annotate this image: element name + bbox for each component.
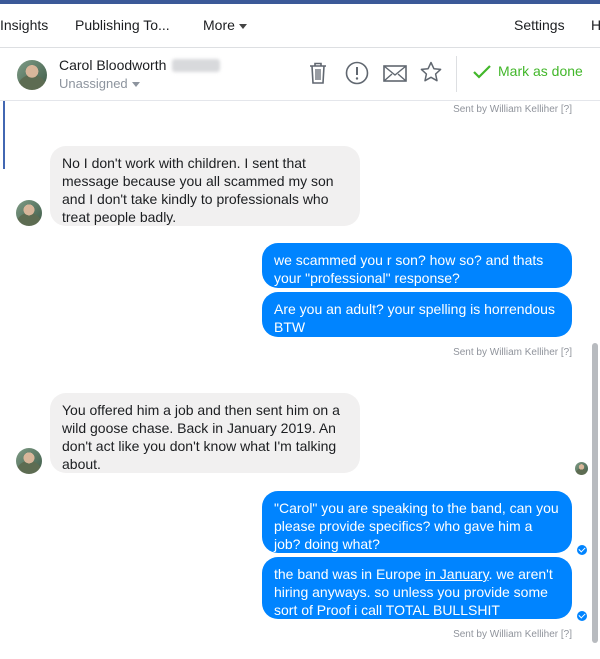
- assignment-dropdown[interactable]: Unassigned: [59, 76, 140, 91]
- outgoing-message: the band was in Europe in January. we ar…: [262, 557, 572, 619]
- mark-as-done-label: Mark as done: [498, 63, 583, 79]
- contact-avatar[interactable]: [16, 200, 42, 226]
- thread-scrollbar[interactable]: [592, 343, 598, 643]
- top-nav-bar: Insights Publishing To... More Settings …: [0, 0, 600, 48]
- contact-name[interactable]: Carol Bloodworth: [59, 57, 166, 73]
- contact-avatar[interactable]: [16, 448, 42, 474]
- mail-icon[interactable]: [382, 60, 408, 86]
- star-icon[interactable]: [419, 60, 445, 86]
- trash-icon[interactable]: [306, 60, 332, 86]
- nav-publishing-tools[interactable]: Publishing To...: [75, 17, 170, 33]
- nav-help[interactable]: H: [591, 17, 600, 33]
- incoming-message: No I don't work with children. I sent th…: [50, 146, 360, 226]
- incoming-message: You offered him a job and then sent him …: [50, 393, 360, 473]
- assignment-label: Unassigned: [59, 76, 128, 91]
- nav-more-label: More: [203, 17, 235, 33]
- redacted-surname: [172, 59, 220, 72]
- contact-avatar[interactable]: [17, 60, 47, 90]
- nav-insights[interactable]: Insights: [0, 17, 48, 33]
- sent-by-label: Sent by William Kelliher [?]: [453, 347, 572, 358]
- chevron-down-icon: [238, 23, 247, 29]
- delivered-check-icon: [577, 611, 587, 621]
- sent-by-label: Sent by William Kelliher [?]: [453, 629, 572, 640]
- header-divider: [456, 56, 457, 92]
- outgoing-message: Are you an adult? your spelling is horre…: [262, 292, 572, 337]
- sent-by-label: Sent by William Kelliher [?]: [453, 104, 572, 115]
- delivered-check-icon: [577, 545, 587, 555]
- nav-more[interactable]: More: [203, 17, 247, 33]
- chevron-down-icon: [131, 82, 140, 88]
- seen-avatar: [575, 462, 588, 475]
- outgoing-message: "Carol" you are speaking to the band, ca…: [262, 491, 572, 553]
- message-link[interactable]: in January: [425, 566, 489, 582]
- message-text-part: the band was in Europe: [274, 566, 425, 582]
- conversation-header: Carol Bloodworth Unassigned Mark as done: [0, 48, 600, 101]
- checkmark-icon: [473, 65, 491, 79]
- nav-settings[interactable]: Settings: [514, 17, 565, 33]
- message-thread[interactable]: Sent by William Kelliher [?] No I don't …: [0, 100, 600, 659]
- outgoing-message: we scammed you r son? how so? and thats …: [262, 243, 572, 288]
- mark-as-done-button[interactable]: Mark as done: [472, 63, 583, 80]
- spam-icon[interactable]: [344, 60, 370, 86]
